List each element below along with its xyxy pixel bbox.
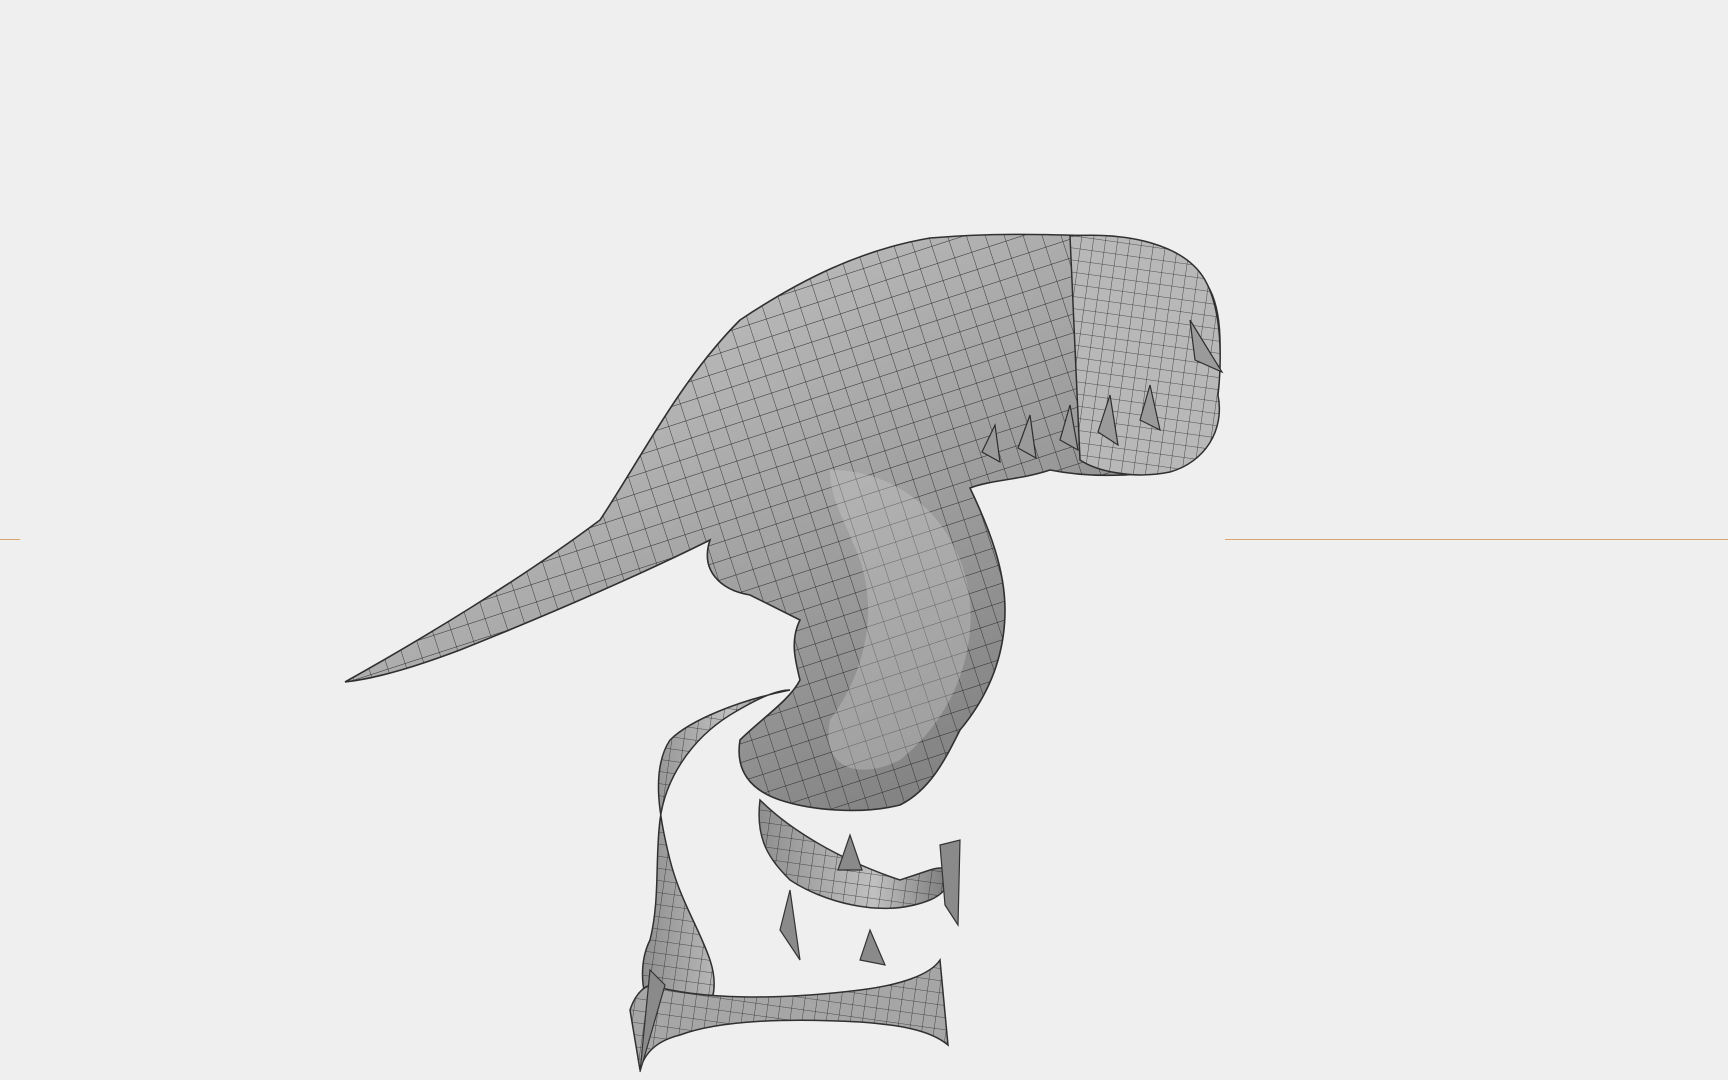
3d-viewport[interactable] xyxy=(0,0,1728,1080)
dinosaur-mesh-model[interactable] xyxy=(0,0,1728,1080)
back-leg xyxy=(758,798,961,961)
